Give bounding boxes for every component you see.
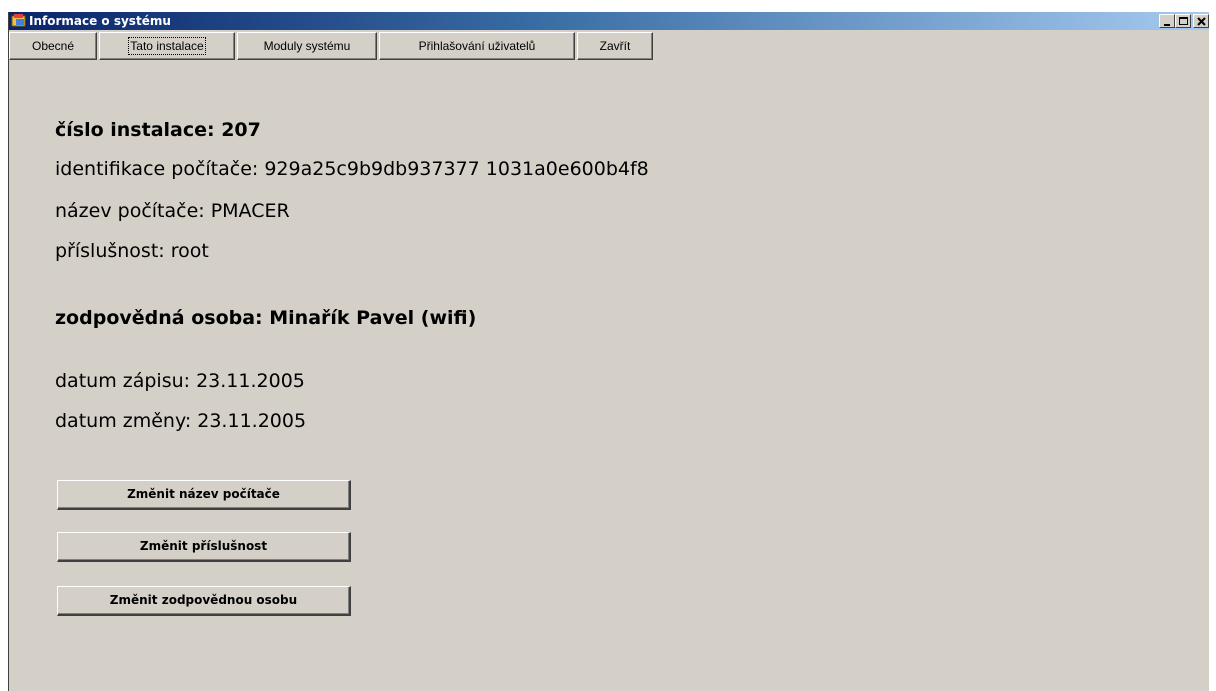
tab-label: Tato instalace [128, 37, 206, 55]
window-title: Informace o systému [29, 14, 171, 28]
system-info-window: Informace o systému Obecné Tato instalac… [8, 12, 1209, 691]
tab-obecne[interactable]: Obecné [9, 32, 97, 60]
tab-prihlasovani-uzivatelu[interactable]: Přihlašování uživatelů [379, 32, 575, 60]
change-responsible-person-button[interactable]: Změnit zodpovědnou osobu [57, 586, 351, 616]
close-button[interactable] [1193, 14, 1209, 28]
tab-label: Zavřít [599, 39, 631, 53]
tab-moduly-systemu[interactable]: Moduly systému [237, 32, 377, 60]
app-icon [11, 14, 26, 27]
tab-label: Přihlašování uživatelů [418, 39, 536, 53]
computer-id: identifikace počítače: 929a25c9b9db93737… [55, 158, 649, 180]
tab-tato-instalace[interactable]: Tato instalace [99, 32, 235, 60]
computer-name: název počítače: PMACER [55, 200, 290, 222]
change-computer-name-button[interactable]: Změnit název počítače [57, 480, 351, 510]
change-membership-button[interactable]: Změnit příslušnost [57, 532, 351, 562]
title-bar[interactable]: Informace o systému [9, 12, 1209, 30]
change-date: datum změny: 23.11.2005 [55, 410, 307, 432]
minimize-icon [1164, 24, 1170, 26]
record-date: datum zápisu: 23.11.2005 [55, 370, 305, 392]
tab-label: Obecné [31, 39, 75, 53]
membership: příslušnost: root [55, 240, 209, 262]
maximize-button[interactable] [1175, 14, 1191, 28]
maximize-icon [1179, 17, 1188, 25]
minimize-button[interactable] [1159, 14, 1175, 28]
installation-number: číslo instalace: 207 [55, 119, 261, 141]
tab-zavrit[interactable]: Zavřít [577, 32, 653, 60]
responsible-person: zodpovědná osoba: Minařík Pavel (wifi) [55, 307, 477, 329]
tab-label: Moduly systému [263, 39, 351, 53]
close-icon [1197, 17, 1206, 26]
